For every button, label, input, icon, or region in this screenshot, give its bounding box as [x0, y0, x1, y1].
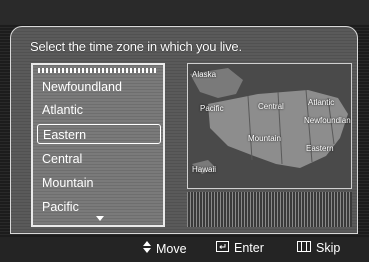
- enter-icon: [216, 241, 229, 255]
- skip-label: Skip: [316, 241, 341, 255]
- up-down-arrows-icon: [143, 241, 151, 256]
- top-bar: [0, 0, 369, 24]
- map-label-hawaii: Hawaii: [192, 165, 217, 174]
- enter-label: Enter: [234, 241, 264, 255]
- skip-icon: [297, 241, 311, 255]
- time-zone-option-central[interactable]: Central: [37, 149, 161, 169]
- enter-hint: Enter: [216, 241, 264, 255]
- map-label-central: Central: [258, 102, 284, 111]
- move-label: Move: [156, 241, 187, 256]
- prompt-text: Select the time zone in which you live.: [30, 39, 242, 54]
- time-zone-option-atlantic[interactable]: Atlantic: [37, 100, 161, 120]
- time-zone-option-mountain[interactable]: Mountain: [37, 173, 161, 193]
- time-zone-option-newfoundland[interactable]: Newfoundland: [37, 77, 161, 97]
- scroll-top-indicator: [38, 68, 158, 73]
- skip-hint: Skip: [297, 241, 340, 255]
- map-label-mountain: Mountain: [248, 134, 281, 143]
- map-label-alaska: Alaska: [192, 70, 217, 79]
- time-zone-option-eastern[interactable]: Eastern: [37, 124, 161, 144]
- time-zone-option-pacific[interactable]: Pacific: [37, 197, 161, 217]
- map-label-eastern: Eastern: [306, 144, 334, 153]
- move-hint: Move: [143, 241, 187, 256]
- scroll-down-icon[interactable]: [96, 216, 104, 221]
- map-label-pacific: Pacific: [200, 104, 224, 113]
- map-label-atlantic: Atlantic: [308, 98, 335, 107]
- map-footer-pattern: [187, 192, 352, 227]
- time-zone-map: Alaska Pacific Central Atlantic Newfound…: [187, 63, 352, 189]
- map-label-newfoundland: Newfoundland: [304, 116, 352, 125]
- time-zone-list[interactable]: Newfoundland Atlantic Eastern Central Mo…: [31, 63, 165, 227]
